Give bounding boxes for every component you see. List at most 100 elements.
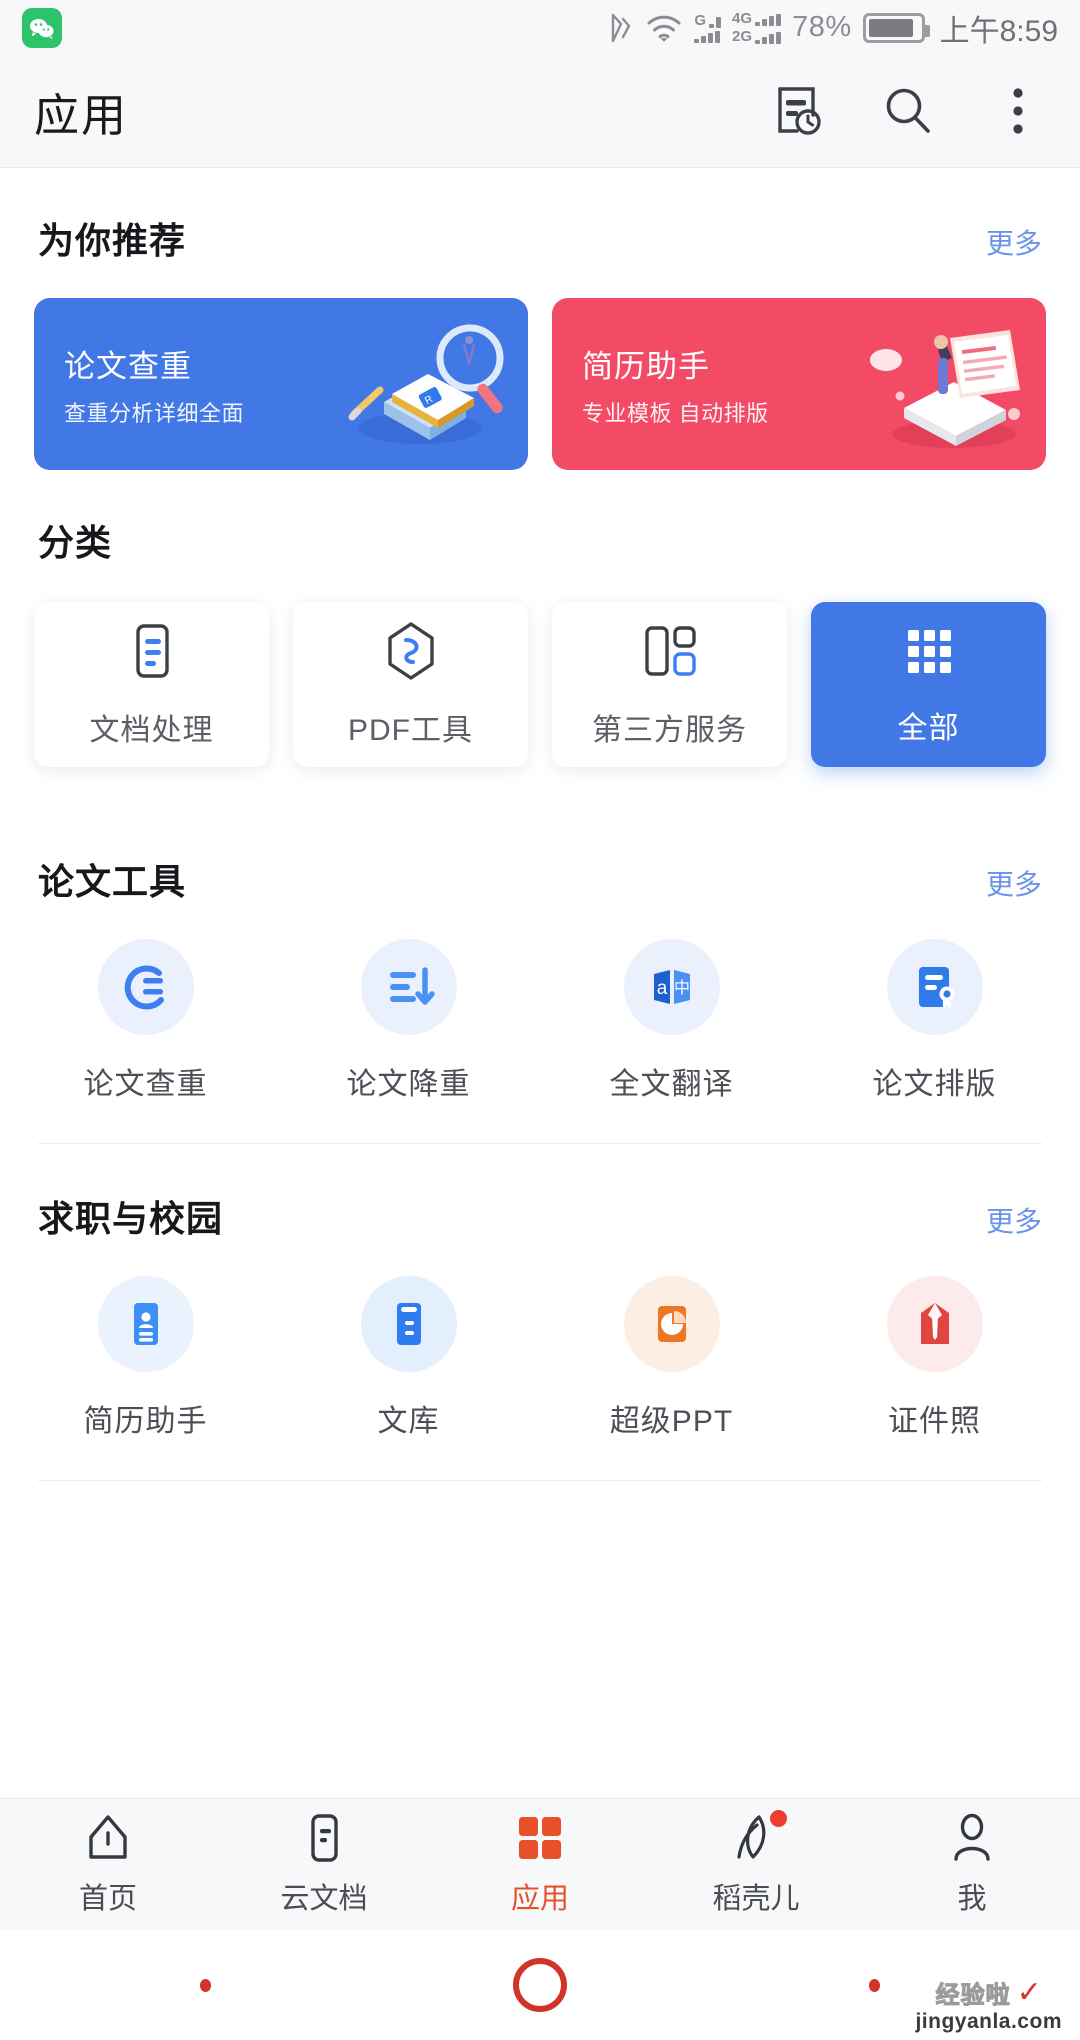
- status-bar-notifications: [22, 7, 62, 48]
- history-icon[interactable]: [770, 83, 826, 139]
- cloud-doc-icon: [303, 1812, 345, 1864]
- section-title-paper-tools: 论文工具: [38, 861, 187, 902]
- banner-resume-helper[interactable]: 简历助手 专业模板 自动排版: [552, 298, 1046, 470]
- section-title-career: 求职与校园: [38, 1198, 224, 1239]
- app-resume-helper[interactable]: 简历助手: [14, 1276, 277, 1440]
- app-label: 论文降重: [346, 1068, 471, 1101]
- more-link-recommend[interactable]: 更多: [986, 222, 1042, 262]
- app-paper-layout[interactable]: 论文排版: [803, 939, 1066, 1103]
- nav-label: 我: [957, 1883, 987, 1915]
- bottom-navigation: 首页 云文档 应用 稻壳儿 我: [0, 1798, 1080, 1930]
- search-icon[interactable]: [880, 83, 936, 139]
- panels-icon: [639, 620, 701, 687]
- section-title-category: 分类: [38, 522, 113, 563]
- more-link-career[interactable]: 更多: [986, 1200, 1042, 1240]
- paper-seal-icon: [886, 939, 983, 1035]
- system-navigation-bar: 经验啦 ✓ jingyanla.com: [0, 1930, 1080, 2040]
- system-home-circle[interactable]: [513, 1958, 567, 2012]
- app-library[interactable]: 文库: [277, 1276, 540, 1440]
- category-card-list: 文档处理 PDF工具 第三方服务 全部: [0, 602, 1080, 767]
- nav-item-cloud-doc[interactable]: 云文档: [216, 1812, 432, 1917]
- category-card-thirdparty[interactable]: 第三方服务: [552, 602, 787, 767]
- notification-dot-badge: [770, 1810, 787, 1827]
- watermark-check-icon: ✓: [1016, 1976, 1042, 2009]
- battery-icon: [862, 12, 930, 43]
- app-label: 超级PPT: [609, 1405, 734, 1438]
- tie-photo-icon: [886, 1276, 983, 1372]
- app-bar-actions: [770, 83, 1046, 139]
- category-card-label: 第三方服务: [592, 714, 747, 747]
- pdf-hexagon-icon: [382, 620, 440, 687]
- nav-label: 首页: [78, 1883, 137, 1915]
- nav-label: 云文档: [280, 1883, 368, 1915]
- reduce-lines-icon: [360, 939, 457, 1035]
- category-card-label: 全部: [897, 712, 960, 745]
- home-icon: [85, 1812, 131, 1864]
- section-divider: [38, 1143, 1042, 1144]
- section-divider-bottom: [38, 1480, 1042, 1481]
- translate-icon: a 中: [623, 939, 720, 1035]
- resume-helper-illustration: [842, 298, 1042, 470]
- more-vertical-icon[interactable]: [990, 83, 1046, 139]
- nav-label: 应用: [510, 1883, 569, 1915]
- grid-dots-icon: [900, 622, 958, 685]
- app-super-ppt[interactable]: 超级PPT: [540, 1276, 803, 1440]
- system-recents-dot[interactable]: [869, 1978, 880, 1992]
- more-link-paper-tools[interactable]: 更多: [986, 863, 1042, 903]
- watermark-url: jingyanla.com: [915, 2010, 1062, 2033]
- nav-item-docer[interactable]: 稻壳儿: [648, 1810, 864, 1917]
- status-bar-clock: 上午8:59: [939, 14, 1058, 48]
- network-type-g: G: [694, 11, 707, 29]
- watermark: 经验啦 ✓ jingyanla.com: [915, 1975, 1062, 2034]
- leaf-icon: [731, 1810, 787, 1864]
- section-recommend-header: 为你推荐 更多: [0, 212, 1080, 264]
- status-bar: G 4G 2G 78% 上午8:59: [0, 0, 1080, 55]
- category-card-all[interactable]: 全部: [811, 602, 1046, 767]
- id-card-icon: [97, 1276, 194, 1372]
- network-type-4g: 4G: [732, 10, 753, 27]
- status-bar-indicators: G 4G 2G 78% 上午8:59: [604, 6, 1058, 50]
- paper-check-illustration: R: [324, 298, 524, 470]
- app-bar: 应用: [0, 55, 1080, 168]
- section-title-recommend: 为你推荐: [38, 220, 187, 261]
- app-label: 论文排版: [872, 1068, 997, 1101]
- wechat-icon: [22, 7, 62, 48]
- nfc-icon: [604, 11, 634, 45]
- recommend-banner-list: 论文查重 查重分析详细全面 R 简历助手 专业模板 自动排版: [0, 298, 1080, 470]
- nav-label: 稻壳儿: [712, 1883, 800, 1915]
- check-c-icon: [97, 939, 194, 1035]
- career-app-list: 简历助手 文库 超级PPT 证件照: [0, 1276, 1080, 1440]
- nav-item-me[interactable]: 我: [864, 1812, 1080, 1917]
- category-card-label: 文档处理: [89, 714, 214, 747]
- category-card-document[interactable]: 文档处理: [34, 602, 269, 767]
- network-type-2g: 2G: [732, 28, 753, 45]
- signal-4g-2g-icon: 4G 2G: [732, 10, 782, 45]
- app-full-translate[interactable]: a 中 全文翻译: [540, 939, 803, 1103]
- document-lines-icon: [124, 620, 180, 687]
- banner-paper-check[interactable]: 论文查重 查重分析详细全面 R: [34, 298, 528, 470]
- watermark-cn: 经验啦: [935, 1982, 1011, 2010]
- system-back-dot[interactable]: [200, 1978, 211, 1992]
- person-icon: [950, 1812, 994, 1864]
- battery-percent-label: 78%: [792, 11, 852, 43]
- section-career-header: 求职与校园 更多: [0, 1190, 1080, 1242]
- app-label: 简历助手: [83, 1405, 208, 1438]
- category-card-label: PDF工具: [348, 714, 473, 747]
- category-card-pdf[interactable]: PDF工具: [293, 602, 528, 767]
- paper-tools-app-list: 论文查重 论文降重 a 中 全文翻译 论文排版: [0, 939, 1080, 1103]
- app-id-photo[interactable]: 证件照: [803, 1276, 1066, 1440]
- book-icon: [360, 1276, 457, 1372]
- section-paper-tools-header: 论文工具 更多: [0, 853, 1080, 905]
- nav-item-apps[interactable]: 应用: [432, 1812, 648, 1917]
- app-label: 文库: [377, 1405, 440, 1438]
- app-paper-reduce[interactable]: 论文降重: [277, 939, 540, 1103]
- app-paper-check[interactable]: 论文查重: [14, 939, 277, 1103]
- page-title: 应用: [34, 89, 129, 141]
- svg-text:a: a: [656, 978, 667, 999]
- signal-g-icon: G: [694, 11, 722, 43]
- svg-text:中: 中: [673, 979, 689, 997]
- nav-item-home[interactable]: 首页: [0, 1812, 216, 1917]
- section-category-header: 分类: [0, 514, 1080, 566]
- phone-screen: G 4G 2G 78% 上午8:59 应用 为你推荐 更多 论文查重 查重分析详…: [0, 0, 1080, 2040]
- apps-grid-icon: [516, 1812, 564, 1864]
